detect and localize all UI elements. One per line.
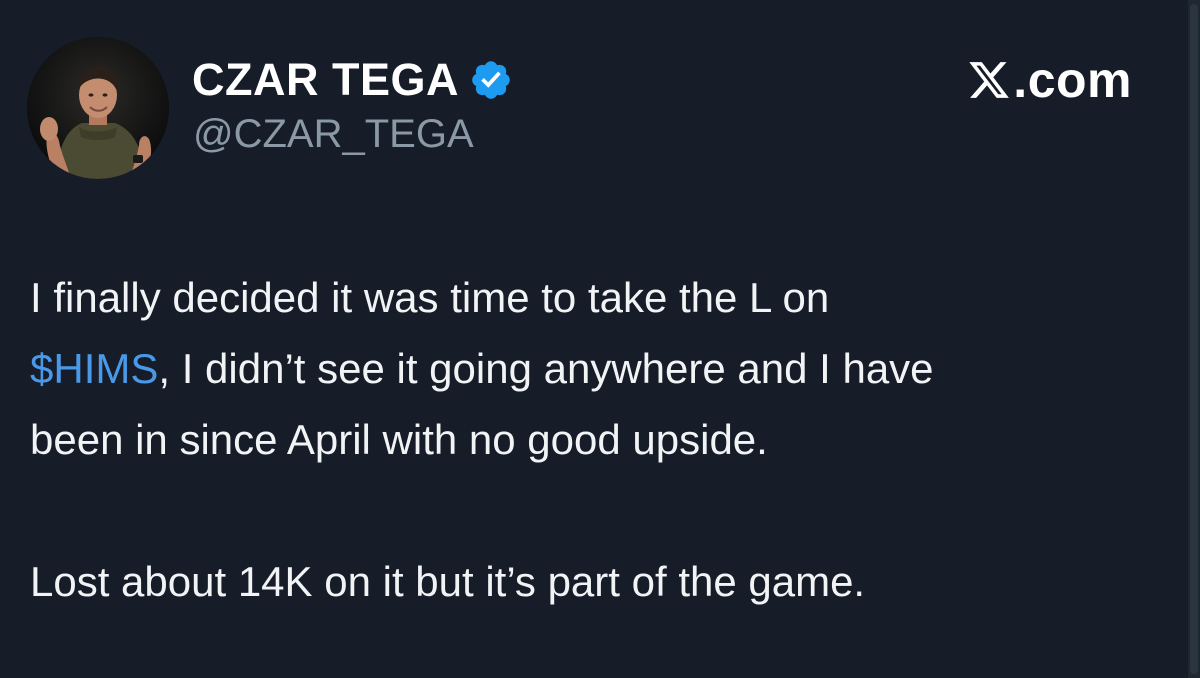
tweet-line-3: been in since April with no good upside. [30, 416, 768, 463]
author-handle[interactable]: @CZAR_TEGA [193, 112, 474, 157]
brand-mark[interactable]: .com [967, 52, 1132, 108]
brand-domain-suffix: .com [1013, 52, 1132, 108]
tweet-text: I finally decided it was time to take th… [30, 262, 1190, 617]
author-avatar[interactable] [27, 37, 169, 179]
tweet-line-4: Lost about 14K on it but it’s part of th… [30, 558, 866, 605]
scrollbar-thumb[interactable] [1190, 4, 1198, 674]
author-display-name[interactable]: CZAR TEGA [192, 54, 459, 106]
verified-badge-icon [469, 58, 513, 102]
tweet-line-2-text: , I didn’t see it going anywhere and I h… [158, 345, 934, 392]
tweet-line-1: I finally decided it was time to take th… [30, 274, 830, 321]
x-logo-icon [967, 58, 1011, 102]
tweet-line-2: $HIMS, I didn’t see it going anywhere an… [30, 333, 1190, 404]
scrollbar[interactable] [1188, 0, 1200, 678]
author-name-row[interactable]: CZAR TEGA [192, 52, 513, 108]
cashtag-link[interactable]: $HIMS [30, 345, 158, 392]
tweet-card: CZAR TEGA @CZAR_TEGA .com I finally deci… [0, 0, 1200, 678]
avatar-photo-icon [27, 37, 169, 179]
